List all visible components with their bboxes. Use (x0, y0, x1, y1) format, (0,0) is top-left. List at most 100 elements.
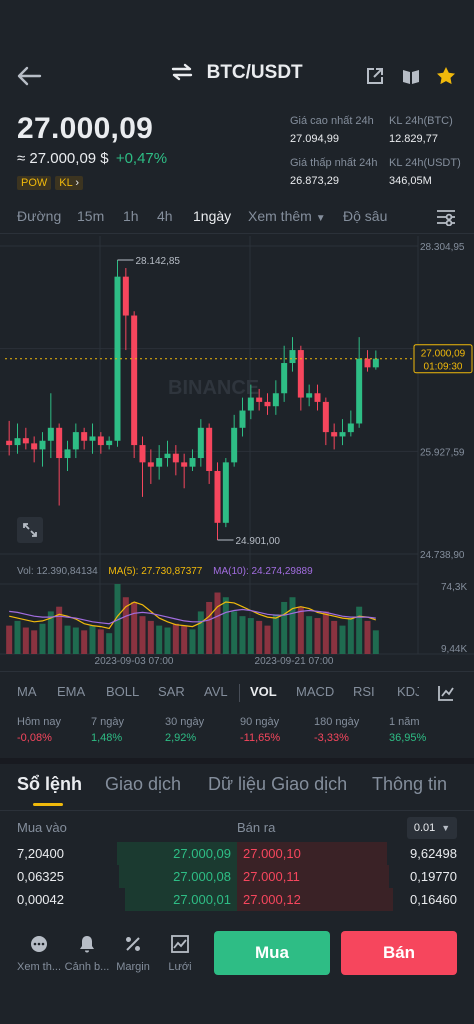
nav-grid[interactable] (169, 935, 191, 953)
volume-tick: 74,3K (441, 582, 467, 593)
candle-body (231, 427, 238, 463)
ask-qty[interactable]: 0,19770 (410, 869, 457, 884)
low-price-label: 24.901,00 (236, 536, 281, 547)
pair-title: BTC/USDT (206, 62, 303, 83)
volume-bar (81, 630, 88, 654)
divider (0, 233, 474, 234)
price-tick: 28.304,95 (420, 242, 465, 253)
bid-qty[interactable]: 7,20400 (17, 846, 64, 861)
tf-1h[interactable]: 1h (123, 208, 139, 224)
candle-body (47, 427, 54, 441)
volume-bar (106, 633, 113, 654)
precision-select[interactable]: 0.01 ▼ (407, 817, 457, 839)
tag-kl-label: KL (59, 177, 73, 189)
ind-macd[interactable]: MACD (296, 684, 334, 699)
volume-bar (172, 623, 179, 654)
divider (0, 671, 474, 672)
watermark: BINANCE (168, 377, 259, 399)
tf-depth[interactable]: Độ sâu (343, 208, 387, 224)
fiat-price: ≈ 27.000,09 $ (17, 150, 109, 167)
volume-bar (6, 625, 13, 654)
ma5-line (9, 601, 376, 630)
tf-1d[interactable]: 1ngày (193, 208, 231, 224)
ind-boll[interactable]: BOLL (106, 684, 139, 699)
volume-bar (264, 625, 271, 654)
volume-bar (206, 601, 213, 654)
candle-body (372, 358, 379, 368)
volume-bar (139, 616, 146, 654)
ind-rsi[interactable]: RSI (353, 684, 375, 699)
chart-settings-button[interactable] (436, 208, 456, 231)
volume-bar (14, 620, 21, 654)
candle-body (206, 427, 213, 471)
nav-margin[interactable] (122, 935, 144, 953)
tab-trades[interactable]: Giao dịch (105, 774, 181, 795)
tf-4h[interactable]: 4h (157, 208, 173, 224)
volume-bar (189, 629, 196, 654)
ask-qty[interactable]: 0,16460 (410, 892, 457, 907)
volume-bar (64, 625, 71, 654)
bid-price[interactable]: 27.000,08 (173, 869, 231, 884)
volume-bar (197, 611, 204, 654)
candle-body (89, 436, 96, 441)
ask-price[interactable]: 27.000,11 (243, 869, 300, 884)
nav-more[interactable] (17, 935, 61, 953)
candle-body (272, 393, 279, 407)
volume-bar (297, 606, 304, 654)
star-icon (437, 67, 455, 85)
ind-ma[interactable]: MA (17, 684, 37, 699)
ind-sar[interactable]: SAR (158, 684, 185, 699)
expand-icon (23, 523, 37, 537)
tag-pow[interactable]: POW (17, 176, 52, 190)
tf-more[interactable]: Xem thêm ▼ (248, 208, 326, 224)
ind-avl[interactable]: AVL (204, 684, 228, 699)
perf-label: 1 năm (389, 716, 420, 728)
vol-btc-label: KL 24h(BTC) (389, 115, 453, 127)
candle-body (289, 350, 296, 364)
ask-price[interactable]: 27.000,10 (243, 846, 301, 861)
sell-button[interactable]: Bán (341, 931, 457, 975)
bid-qty[interactable]: 0,00042 (17, 892, 64, 907)
ind-kdj[interactable]: KDJ (397, 684, 419, 699)
tab-info[interactable]: Thông tin (372, 774, 447, 795)
indicator-settings-button[interactable] (437, 684, 455, 707)
volume-bar (364, 620, 371, 654)
candle-body (339, 432, 346, 437)
bid-price[interactable]: 27.000,01 (173, 892, 231, 907)
tab-trading-data[interactable]: Dữ liệu Giao dịch (208, 774, 347, 795)
fullscreen-button[interactable] (17, 517, 43, 543)
ask-qty[interactable]: 9,62498 (410, 846, 457, 861)
candlestick-chart[interactable]: BINANCE 28.304,9527.116,2625.927,5924.73… (0, 236, 474, 666)
volume-bar (22, 627, 29, 654)
candle-body (197, 427, 204, 459)
buy-button[interactable]: Mua (214, 931, 330, 975)
tag-kl[interactable]: KL › (55, 176, 84, 190)
volume-bar (289, 597, 296, 654)
chart-edit-icon (438, 686, 454, 701)
bid-qty[interactable]: 0,06325 (17, 869, 64, 884)
tf-15m[interactable]: 15m (77, 208, 104, 224)
candle-body (14, 438, 21, 446)
candle-body (164, 453, 171, 459)
share-button[interactable] (366, 67, 384, 90)
date-label: 2023-09-03 07:00 (95, 656, 174, 666)
high-24h-value: 27.094,99 (290, 133, 339, 145)
ask-price[interactable]: 27.000,12 (243, 892, 301, 907)
ind-ema[interactable]: EMA (57, 684, 85, 699)
ind-vol[interactable]: VOL (250, 684, 277, 699)
tf-line[interactable]: Đường (17, 208, 61, 224)
compare-button[interactable] (402, 67, 420, 90)
current-price-label: 27.000,09 (421, 349, 466, 360)
volume-bar (272, 614, 279, 654)
nav-alert[interactable] (75, 935, 99, 953)
volume-bar (306, 616, 313, 654)
ma5-label: MA(5): 27.730,87377 (108, 566, 203, 577)
candle-body (314, 393, 321, 402)
perf-value: 36,95% (389, 732, 427, 744)
tab-orderbook[interactable]: Sổ lệnh (17, 774, 82, 795)
candle-body (297, 350, 304, 398)
favorite-button[interactable] (436, 66, 456, 91)
candle-body (347, 423, 354, 433)
bid-price[interactable]: 27.000,09 (173, 846, 231, 861)
candle-body (256, 397, 263, 402)
